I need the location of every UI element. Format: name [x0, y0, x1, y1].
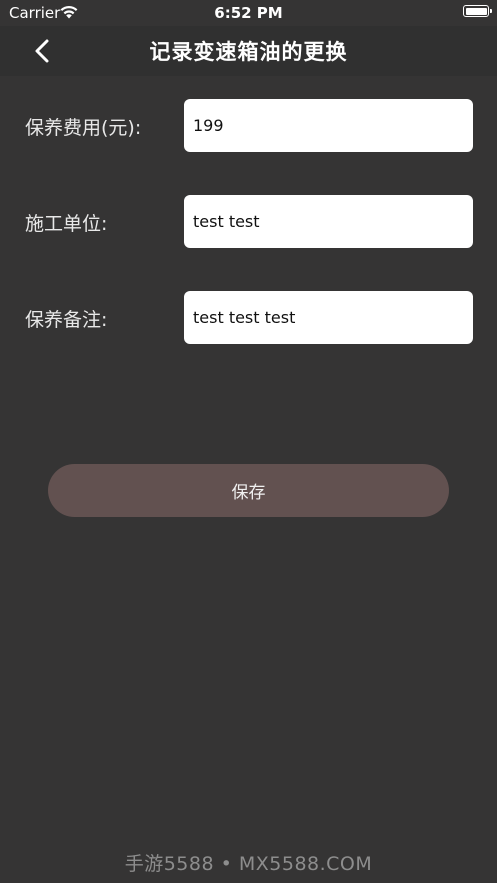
navigation-bar: 记录变速箱油的更换 [0, 26, 497, 76]
cost-input[interactable] [184, 99, 473, 152]
form-row-company: 施工单位: [0, 195, 497, 249]
battery-fill [465, 7, 487, 15]
status-bar: Carrier 6:52 PM [0, 0, 497, 26]
form-row-notes: 保养备注: [0, 291, 497, 345]
company-label: 施工单位: [25, 213, 108, 235]
battery-icon [463, 5, 492, 17]
company-input[interactable] [184, 195, 473, 248]
save-button[interactable]: 保存 [48, 464, 449, 517]
status-time: 6:52 PM [214, 4, 283, 22]
watermark: 手游5588 • MX5588.COM [124, 853, 373, 875]
battery-nub [490, 9, 492, 13]
page-title: 记录变速箱油的更换 [149, 40, 348, 64]
form-row-cost: 保养费用(元): [0, 99, 497, 153]
notes-input[interactable] [184, 291, 473, 344]
cost-label: 保养费用(元): [25, 117, 142, 139]
notes-label: 保养备注: [25, 309, 108, 331]
